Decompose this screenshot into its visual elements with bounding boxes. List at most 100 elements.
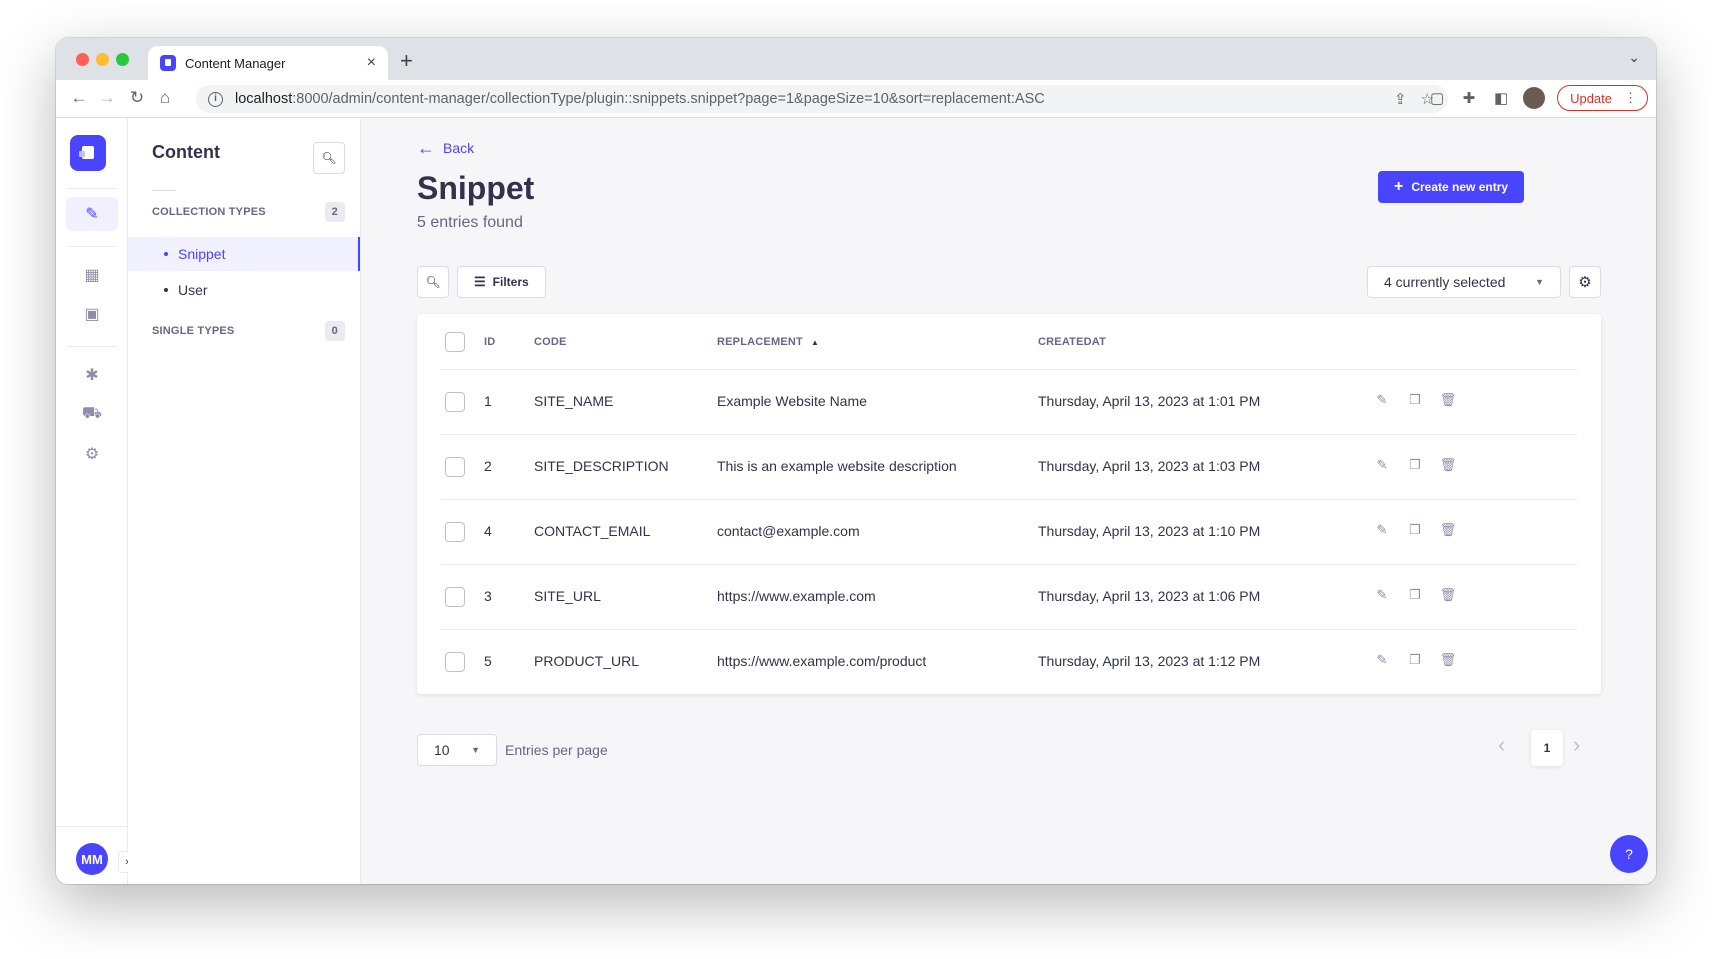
table-row[interactable]: 5 PRODUCT_URL https://www.example.com/pr… [417, 630, 1601, 695]
cell-code: CONTACT_EMAIL [534, 523, 651, 539]
subnav-divider [152, 190, 176, 191]
collection-types-header[interactable]: COLLECTION TYPES 2 [152, 202, 345, 222]
create-label: Create new entry [1411, 180, 1509, 194]
marketplace-icon[interactable]: ⛟ [66, 397, 118, 431]
edit-pencil-icon[interactable]: ✎ [1372, 652, 1392, 668]
minimize-window-button[interactable] [96, 53, 109, 66]
bullet-icon [164, 288, 168, 292]
filters-button[interactable]: ☰ Filters [457, 266, 546, 298]
strapi-logo-icon[interactable] [70, 135, 106, 171]
edit-pencil-icon[interactable]: ✎ [1372, 392, 1392, 408]
duplicate-icon[interactable]: ❐ [1405, 392, 1425, 408]
column-header-createdat[interactable]: CREATEDAT [1038, 336, 1106, 348]
media-library-icon[interactable]: ▣ [66, 297, 118, 331]
columns-selected-value: 4 currently selected [1384, 274, 1506, 290]
edit-pencil-icon[interactable]: ✎ [1372, 457, 1392, 473]
content-type-builder-icon[interactable]: ▦ [66, 258, 118, 292]
pagination-page-1[interactable]: 1 [1531, 730, 1563, 766]
forward-arrow-icon[interactable]: → [96, 88, 118, 108]
table-row[interactable]: 3 SITE_URL https://www.example.com Thurs… [417, 565, 1601, 630]
row-checkbox[interactable] [445, 587, 465, 607]
cell-id: 1 [484, 393, 492, 409]
close-window-button[interactable] [76, 53, 89, 66]
nav-divider [68, 346, 116, 347]
page-title: Snippet [417, 170, 535, 206]
caret-down-icon: ▼ [1535, 277, 1544, 287]
page-size-value: 10 [434, 742, 450, 758]
list-settings-gear-icon[interactable]: ⚙ [1569, 266, 1601, 298]
cell-createdat: Thursday, April 13, 2023 at 1:12 PM [1038, 653, 1261, 669]
content-manager-icon[interactable]: ✎ [66, 197, 118, 231]
row-checkbox[interactable] [445, 392, 465, 412]
row-checkbox[interactable] [445, 652, 465, 672]
back-arrow-icon: ← [417, 138, 435, 158]
duplicate-icon[interactable]: ❐ [1405, 522, 1425, 538]
column-header-replacement[interactable]: REPLACEMENT ▲ [717, 336, 819, 348]
maximize-window-button[interactable] [116, 53, 129, 66]
cell-id: 2 [484, 458, 492, 474]
previous-page-chevron-icon[interactable]: ‹ [1498, 732, 1505, 758]
duplicate-icon[interactable]: ❐ [1405, 652, 1425, 668]
edit-pencil-icon[interactable]: ✎ [1372, 522, 1392, 538]
entries-per-page-label: Entries per page [505, 742, 608, 758]
new-tab-button[interactable]: + [400, 48, 413, 74]
tab-search-chevron-icon[interactable]: ⌄ [1628, 49, 1640, 66]
entries-count: 5 entries found [417, 214, 523, 231]
displayed-columns-select[interactable]: 4 currently selected ▼ [1367, 266, 1561, 298]
table-search-icon[interactable]: 🔍︎ [417, 266, 449, 298]
bullet-icon [164, 252, 168, 256]
single-types-label: SINGLE TYPES [152, 325, 235, 337]
plugins-icon[interactable]: ✱ [66, 358, 118, 392]
column-header-id[interactable]: ID [484, 336, 495, 348]
duplicate-icon[interactable]: ❐ [1405, 457, 1425, 473]
sub-nav-item-user[interactable]: User [128, 273, 360, 307]
back-link[interactable]: ← Back [417, 138, 474, 158]
back-arrow-icon[interactable]: ← [68, 88, 90, 108]
help-button[interactable]: ? [1610, 835, 1648, 873]
collection-types-label: COLLECTION TYPES [152, 206, 266, 218]
delete-trash-icon[interactable]: 🗑︎ [1438, 522, 1458, 538]
duplicate-icon[interactable]: ❐ [1405, 587, 1425, 603]
row-checkbox[interactable] [445, 522, 465, 542]
share-icon[interactable]: ⇪ [1394, 90, 1407, 108]
extension-icon[interactable]: ▢ [1427, 89, 1447, 107]
url-path: :8000/admin/content-manager/collectionTy… [292, 91, 1045, 107]
delete-trash-icon[interactable]: 🗑︎ [1438, 392, 1458, 408]
cell-id: 3 [484, 588, 492, 604]
cell-replacement: This is an example website description [717, 458, 957, 474]
strapi-favicon-icon [160, 55, 176, 71]
sidebar-icon[interactable]: ◧ [1491, 89, 1511, 107]
profile-avatar[interactable] [1523, 87, 1546, 109]
table-row[interactable]: 1 SITE_NAME Example Website Name Thursda… [417, 370, 1601, 435]
tab-close-icon[interactable]: × [367, 54, 376, 72]
subnav-search-icon[interactable]: 🔍︎ [313, 142, 345, 174]
cell-code: SITE_NAME [534, 393, 614, 409]
table-row[interactable]: 2 SITE_DESCRIPTION This is an example we… [417, 435, 1601, 500]
reload-icon[interactable]: ↻ [126, 88, 148, 108]
address-bar[interactable]: i localhost :8000/admin/content-manager/… [196, 85, 1448, 113]
puzzle-icon[interactable]: ✚ [1459, 89, 1479, 107]
delete-trash-icon[interactable]: 🗑︎ [1438, 587, 1458, 603]
sub-nav-item-snippet[interactable]: Snippet [128, 237, 360, 271]
home-icon[interactable]: ⌂ [154, 88, 176, 108]
next-page-chevron-icon[interactable]: › [1573, 732, 1580, 758]
column-header-code[interactable]: CODE [534, 336, 567, 348]
nav-divider [68, 188, 116, 189]
update-button[interactable]: Update ⋮ [1557, 85, 1648, 111]
edit-pencil-icon[interactable]: ✎ [1372, 587, 1392, 603]
user-avatar[interactable]: MM [76, 843, 108, 875]
toolbar-right: ▢ ✚ ◧ Update ⋮ [1427, 85, 1648, 111]
delete-trash-icon[interactable]: 🗑︎ [1438, 457, 1458, 473]
settings-icon[interactable]: ⚙ [66, 437, 118, 471]
browser-tab[interactable]: Content Manager × [148, 46, 388, 80]
row-checkbox[interactable] [445, 457, 465, 477]
create-new-entry-button[interactable]: + Create new entry [1378, 171, 1525, 203]
select-all-checkbox[interactable] [445, 332, 465, 352]
table-row[interactable]: 4 CONTACT_EMAIL contact@example.com Thur… [417, 500, 1601, 565]
page-size-select[interactable]: 10 ▼ [417, 734, 497, 766]
site-info-icon[interactable]: i [208, 91, 223, 107]
tab-title: Content Manager [185, 55, 286, 71]
delete-trash-icon[interactable]: 🗑︎ [1438, 652, 1458, 668]
single-types-header[interactable]: SINGLE TYPES 0 [152, 321, 345, 341]
content-sub-nav: Content 🔍︎ COLLECTION TYPES 2 Snippet Us… [128, 118, 361, 884]
